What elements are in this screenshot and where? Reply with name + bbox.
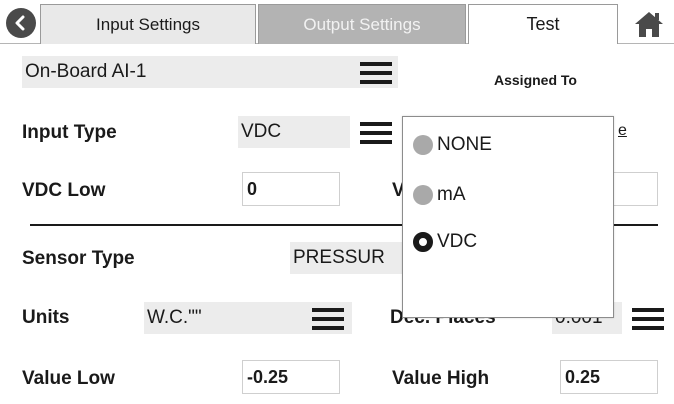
tab-output-settings-label: Output Settings (303, 14, 421, 34)
chevron-left-icon (15, 15, 25, 31)
option-none[interactable]: NONE (413, 134, 492, 156)
tab-test-label: Test (526, 14, 560, 34)
tab-input-settings[interactable]: Input Settings (40, 4, 256, 44)
option-ma[interactable]: mA (413, 184, 466, 206)
hamburger-icon[interactable] (312, 306, 344, 332)
radio-unselected-icon (413, 135, 433, 155)
back-button[interactable] (6, 8, 36, 38)
home-button[interactable] (626, 6, 672, 42)
units-value: W.C."" (147, 307, 202, 328)
hamburger-icon[interactable] (632, 306, 664, 332)
value-high-value: 0.25 (565, 366, 601, 387)
hamburger-icon[interactable] (360, 60, 392, 86)
sensor-type-field[interactable]: PRESSUR (290, 242, 410, 274)
tab-test[interactable]: Test (468, 4, 618, 44)
value-high-label: Value High (392, 368, 490, 389)
value-low-value: -0.25 (247, 366, 289, 387)
top-tab-bar: Input Settings Output Settings Test (0, 0, 674, 44)
hamburger-icon[interactable] (360, 120, 392, 146)
option-label: mA (437, 184, 466, 205)
vdc-high-input[interactable] (612, 172, 658, 206)
radio-selected-icon (413, 232, 433, 252)
value-low-input[interactable]: -0.25 (242, 360, 340, 394)
units-label: Units (22, 307, 70, 328)
assigned-to-label: Assigned To (494, 72, 577, 88)
vdc-low-value: 0 (247, 178, 258, 199)
input-select-field[interactable]: On-Board AI-1 (22, 56, 398, 88)
sensor-type-label: Sensor Type (22, 248, 135, 269)
home-icon (635, 12, 663, 37)
input-type-field[interactable]: VDC (238, 116, 350, 148)
partial-link-text[interactable]: e (618, 122, 627, 140)
option-vdc[interactable]: VDC (413, 231, 477, 253)
vdc-low-label: VDC Low (22, 180, 106, 201)
input-select-value: On-Board AI-1 (25, 61, 147, 82)
input-type-dropdown: NONE mA VDC (402, 116, 614, 318)
tab-output-settings[interactable]: Output Settings (258, 4, 466, 44)
vdc-low-input[interactable]: 0 (242, 172, 340, 206)
option-label: VDC (437, 231, 478, 252)
sensor-type-value: PRESSUR (293, 247, 385, 268)
radio-unselected-icon (413, 185, 433, 205)
value-high-input[interactable]: 0.25 (560, 360, 658, 394)
input-type-value: VDC (241, 121, 282, 142)
tab-input-settings-label: Input Settings (96, 14, 200, 34)
input-type-label: Input Type (22, 122, 117, 143)
value-low-label: Value Low (22, 368, 115, 389)
option-label: NONE (437, 134, 492, 155)
